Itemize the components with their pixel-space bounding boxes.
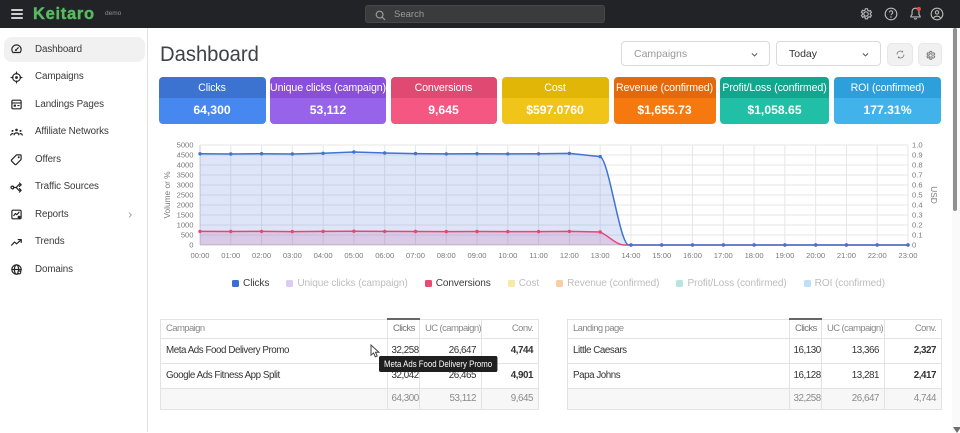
svg-text:1500: 1500: [177, 211, 194, 220]
svg-text:0.4: 0.4: [912, 201, 923, 210]
svg-text:19:00: 19:00: [775, 251, 794, 260]
svg-text:3000: 3000: [177, 181, 194, 190]
svg-text:22:00: 22:00: [868, 251, 887, 260]
svg-text:12:00: 12:00: [560, 251, 579, 260]
svg-text:USD: USD: [929, 186, 939, 204]
svg-text:0: 0: [912, 241, 916, 250]
svg-text:0.6: 0.6: [912, 181, 923, 190]
svg-text:13:00: 13:00: [591, 251, 610, 260]
svg-text:0.9: 0.9: [912, 151, 923, 160]
svg-text:06:00: 06:00: [375, 251, 394, 260]
svg-text:11:00: 11:00: [529, 251, 547, 260]
svg-text:09:00: 09:00: [468, 251, 487, 260]
svg-text:05:00: 05:00: [344, 251, 363, 260]
svg-text:0: 0: [189, 241, 193, 250]
svg-text:17:00: 17:00: [714, 251, 733, 260]
svg-text:3500: 3500: [177, 171, 194, 180]
svg-text:0.1: 0.1: [912, 231, 923, 240]
svg-text:1000: 1000: [177, 221, 194, 230]
svg-text:08:00: 08:00: [437, 251, 456, 260]
svg-text:21:00: 21:00: [837, 251, 856, 260]
svg-text:4000: 4000: [177, 161, 194, 170]
svg-text:2500: 2500: [177, 191, 194, 200]
svg-text:16:00: 16:00: [683, 251, 702, 260]
svg-text:0.5: 0.5: [912, 191, 923, 200]
svg-text:23:00: 23:00: [898, 251, 917, 260]
svg-text:Volume or %: Volume or %: [162, 171, 172, 219]
svg-text:18:00: 18:00: [745, 251, 764, 260]
svg-text:5000: 5000: [177, 141, 194, 150]
svg-text:500: 500: [181, 231, 194, 240]
svg-text:15:00: 15:00: [652, 251, 671, 260]
svg-text:14:00: 14:00: [621, 251, 640, 260]
svg-text:0.2: 0.2: [912, 221, 923, 230]
svg-text:1.0: 1.0: [912, 141, 923, 150]
svg-text:0.7: 0.7: [912, 171, 923, 180]
svg-text:10:00: 10:00: [498, 251, 517, 260]
svg-text:0.8: 0.8: [912, 161, 923, 170]
svg-text:02:00: 02:00: [252, 251, 271, 260]
svg-text:2000: 2000: [177, 201, 194, 210]
svg-text:03:00: 03:00: [283, 251, 302, 260]
svg-text:20:00: 20:00: [806, 251, 825, 260]
svg-text:4500: 4500: [177, 151, 194, 160]
svg-text:01:00: 01:00: [221, 251, 240, 260]
svg-text:07:00: 07:00: [406, 251, 425, 260]
svg-text:00:00: 00:00: [190, 251, 209, 260]
svg-text:04:00: 04:00: [314, 251, 333, 260]
svg-text:0.3: 0.3: [912, 211, 923, 220]
